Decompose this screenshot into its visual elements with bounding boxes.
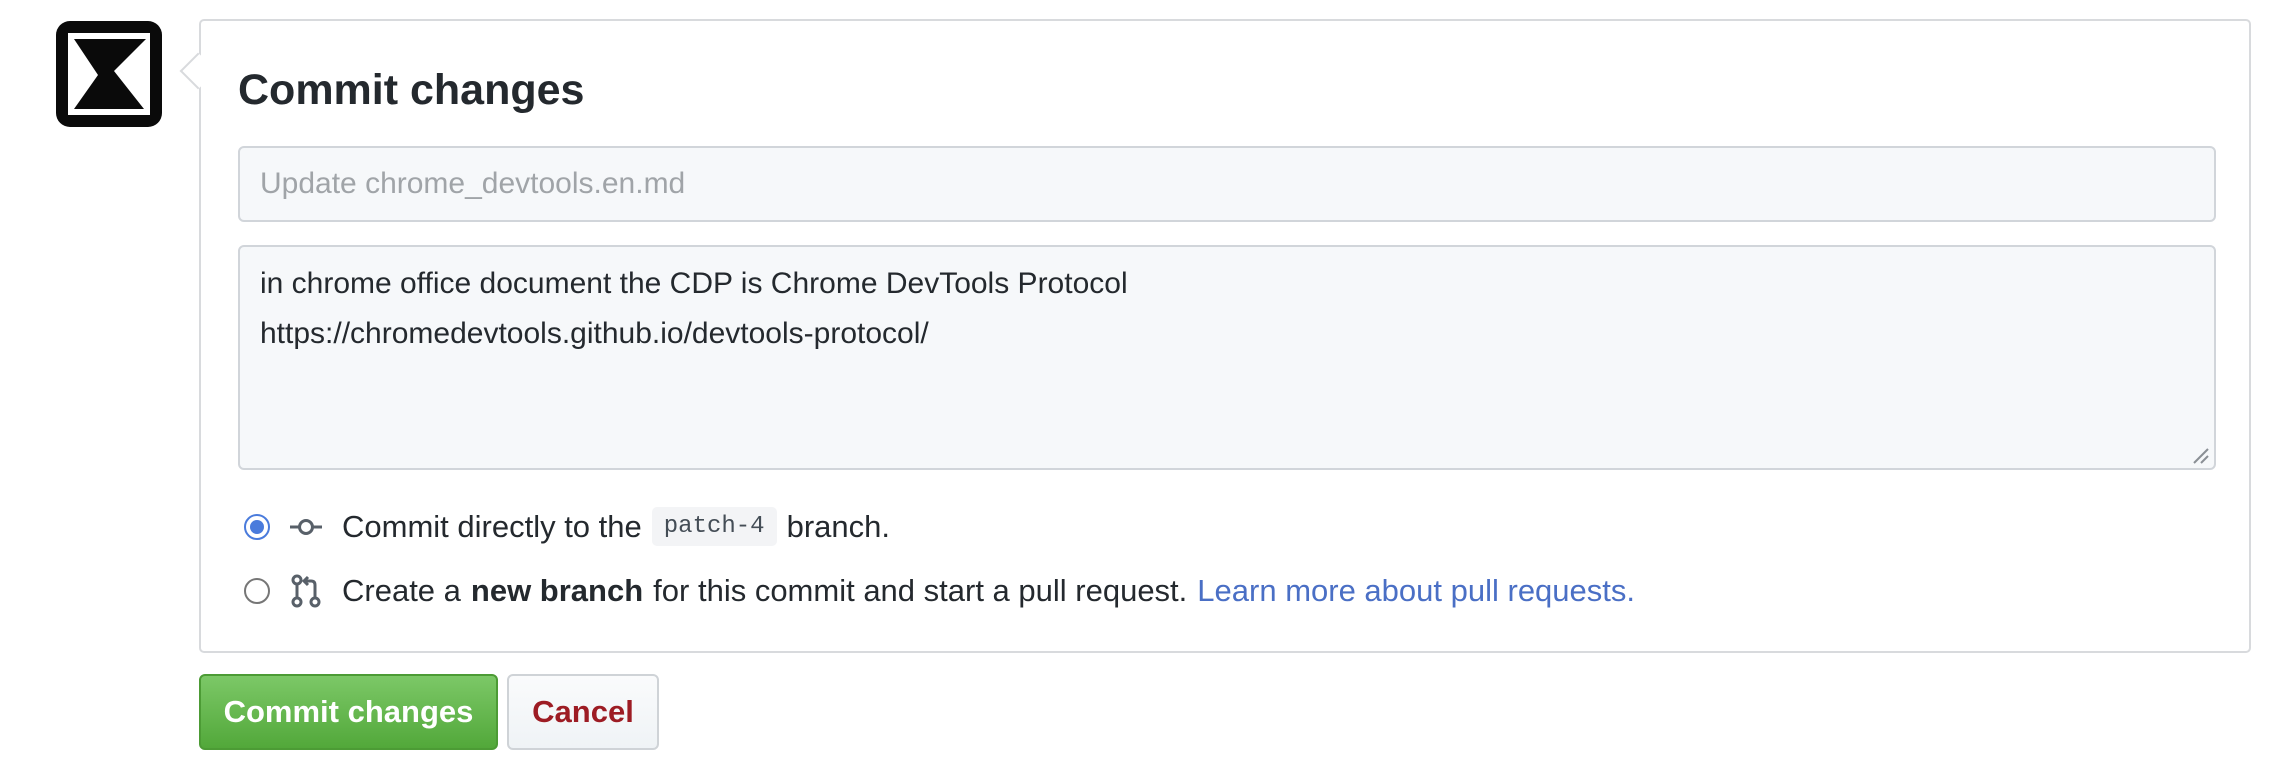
commit-changes-button[interactable]: Commit changes [199,674,498,750]
avatar[interactable] [54,19,164,129]
commit-direct-option[interactable]: Commit directly to the patch-4 branch. [244,507,890,546]
new-branch-prefix: Create a [342,573,461,608]
learn-more-pull-requests-link[interactable]: Learn more about pull requests. [1197,573,1635,609]
commit-form-title: Commit changes [238,66,585,114]
branch-name: patch-4 [651,507,777,546]
git-pull-request-icon [288,573,324,609]
new-branch-suffix: for this commit and start a pull request… [653,573,1188,608]
commit-summary-input[interactable] [238,146,2216,222]
commit-direct-radio[interactable] [244,513,270,540]
resize-grip-icon[interactable] [2190,445,2210,465]
new-branch-bold: new branch [470,573,644,608]
commit-direct-suffix: branch. [786,508,890,544]
commit-description-textarea[interactable] [238,245,2216,470]
cancel-button[interactable]: Cancel [507,674,659,750]
commit-direct-prefix: Commit directly to the [342,508,642,544]
git-commit-icon [288,509,324,545]
user-avatar-icon [56,21,162,127]
commit-page: Commit changes Commit directly to the pa… [0,0,2275,784]
new-branch-option[interactable]: Create a new branch for this commit and … [244,573,1635,609]
new-branch-radio[interactable] [244,578,270,604]
